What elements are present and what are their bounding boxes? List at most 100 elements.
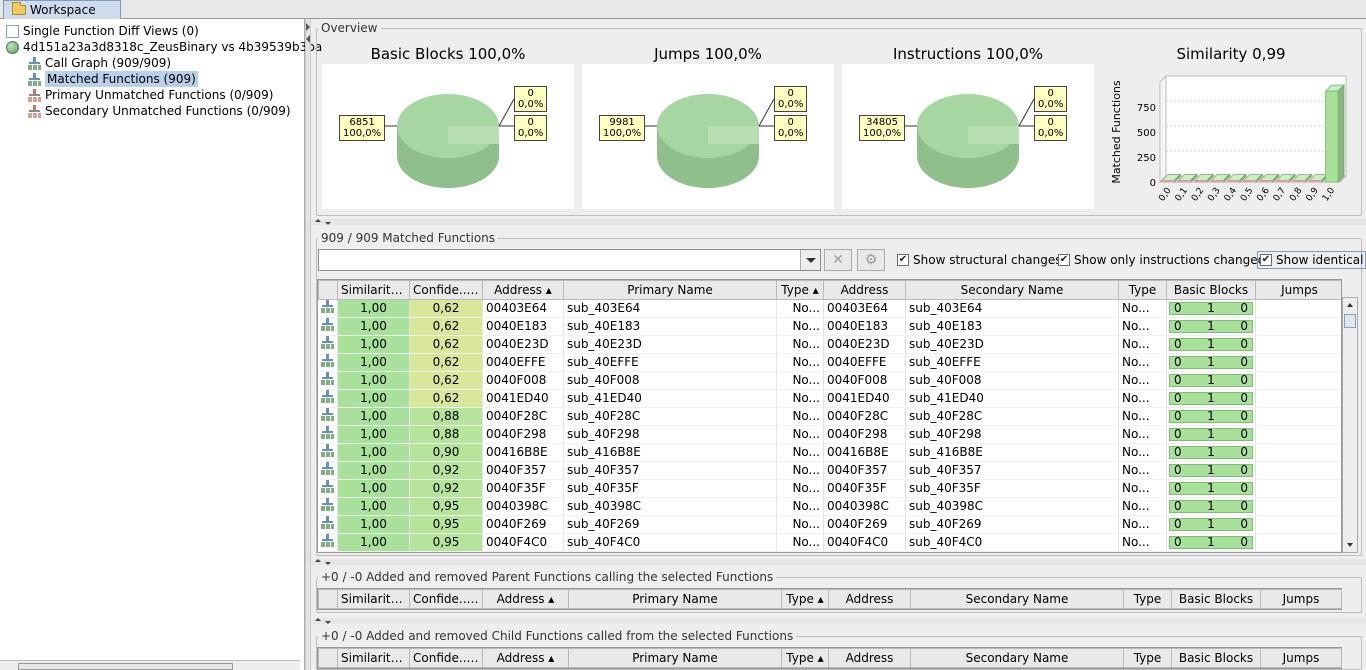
col-secondary-type[interactable]: Type xyxy=(1118,280,1167,300)
pie-label-a: 0 0,0% xyxy=(514,86,548,112)
col-jumps[interactable]: Jumps xyxy=(1260,589,1342,609)
table-row[interactable]: 1,00 0,62 0040EFFE sub_40EFFE No... 0040EFFE s… xyxy=(318,353,1341,372)
col-confidence[interactable]: Confide... ▴ xyxy=(409,280,483,300)
expand-down-icon[interactable] xyxy=(325,562,331,565)
tree-item-secondary-unmatched[interactable]: Secondary Unmatched Functions (0/909) xyxy=(28,103,291,119)
x-tick-label: 0,0 xyxy=(1157,186,1174,204)
col-basic-blocks[interactable]: Basic Blocks xyxy=(1171,648,1261,668)
col-basic-blocks[interactable]: Basic Blocks xyxy=(1171,589,1261,609)
pie-title: Basic Blocks 100,0% xyxy=(370,45,526,63)
basic-blocks-bar: 010 xyxy=(1169,446,1253,459)
table-row[interactable]: 1,000,9500412CF7sub_412CF7No...00412CF7s… xyxy=(318,551,1341,552)
cell-confidence: 0,95 xyxy=(409,533,483,552)
table-row[interactable]: 1,00 0,62 0040E183 sub_40E183 No... 0040E183 s… xyxy=(318,317,1341,336)
table-row[interactable]: 1,00 0,90 00416B8E sub_416B8E No... 00416B8E s… xyxy=(318,443,1341,462)
col-primary-address[interactable]: Address ▴ xyxy=(482,589,569,609)
table-row[interactable]: 1,00 0,62 0041ED40 sub_41ED40 No... 0041ED40 s… xyxy=(318,389,1341,408)
col-secondary-type[interactable]: Type xyxy=(1123,589,1172,609)
table-row[interactable]: 1,00 0,62 0040E23D sub_40E23D No... 0040E23D s… xyxy=(318,335,1341,354)
col-basic-blocks[interactable]: Basic Blocks xyxy=(1166,280,1256,300)
table-row[interactable]: 1,00 0,92 0040F357 sub_40F357 No... 0040F357 s… xyxy=(318,461,1341,480)
row-icon xyxy=(318,551,338,552)
col-confidence[interactable]: Confide... ▴ xyxy=(409,648,483,668)
table-vertical-scrollbar[interactable] xyxy=(1342,297,1358,553)
col-primary-type[interactable]: Type ▴ xyxy=(776,280,824,300)
table-row[interactable]: 1,00 0,62 0040F008 sub_40F008 No... 0040F008 s… xyxy=(318,371,1341,390)
tree-horizontal-scrollbar[interactable] xyxy=(0,660,300,670)
collapse-right-icon[interactable] xyxy=(306,35,310,43)
col-secondary-address[interactable]: Address xyxy=(823,280,906,300)
cell-similarity: 1,00 xyxy=(337,407,410,426)
splitter-children[interactable] xyxy=(311,618,1366,624)
col-primary-type[interactable]: Type ▴ xyxy=(781,648,829,668)
col-icon[interactable] xyxy=(318,280,338,300)
table-row[interactable]: 1,00 0,62 00403E64 sub_403E64 No... 00403E64 s… xyxy=(318,299,1341,318)
cell-confidence: 0,95 xyxy=(409,497,483,516)
col-similarity[interactable]: Similarity ▿ xyxy=(337,648,410,668)
table-row[interactable]: 1,00 0,92 0040F35F sub_40F35F No... 0040F35F s… xyxy=(318,479,1341,498)
filter-dropdown[interactable] xyxy=(800,250,820,270)
col-secondary-type[interactable]: Type xyxy=(1123,648,1172,668)
splitter-overview[interactable] xyxy=(311,219,1366,225)
tree-item-matched-functions[interactable]: Matched Functions (909) xyxy=(28,71,198,87)
col-icon[interactable] xyxy=(318,648,338,668)
x-tick-label: 0,7 xyxy=(1272,186,1288,203)
panel-divider[interactable] xyxy=(305,19,311,670)
pie-label-b: 0 0,0% xyxy=(774,115,808,141)
splitter-parents[interactable] xyxy=(311,559,1366,565)
col-icon[interactable] xyxy=(318,589,338,609)
table-row[interactable]: 1,00 0,95 0040398C sub_40398C No... 0040398C s… xyxy=(318,497,1341,516)
tree-item-primary-unmatched[interactable]: Primary Unmatched Functions (0/909) xyxy=(28,87,273,103)
collapse-left-icon[interactable] xyxy=(306,23,310,31)
table-row[interactable]: 1,00 0,88 0040F28C sub_40F28C No... 0040F28C s… xyxy=(318,407,1341,426)
show-identical-checkbox[interactable]: ✔ Show identical xyxy=(1257,251,1366,269)
show-structural-changes-checkbox[interactable]: ✔ Show structural changes xyxy=(897,253,1061,267)
col-secondary-address[interactable]: Address xyxy=(828,648,911,668)
expand-up-icon[interactable] xyxy=(315,618,321,621)
cell-primary-name: sub_40F357 xyxy=(563,461,777,480)
scroll-up-icon[interactable] xyxy=(1347,303,1353,307)
col-primary-name[interactable]: Primary Name xyxy=(563,280,777,300)
basic-blocks-bar: 010 xyxy=(1169,500,1253,513)
cell-secondary-address: 0040F269 xyxy=(823,515,906,534)
x-tick-label: 0,6 xyxy=(1255,186,1272,204)
expand-down-icon[interactable] xyxy=(325,222,331,225)
filter-settings-button[interactable]: ⚙ xyxy=(857,249,885,271)
col-secondary-address[interactable]: Address xyxy=(828,589,911,609)
col-primary-address[interactable]: Address ▴ xyxy=(482,280,564,300)
col-secondary-name[interactable]: Secondary Name xyxy=(910,589,1124,609)
col-primary-address[interactable]: Address ▴ xyxy=(482,648,569,668)
expand-down-icon[interactable] xyxy=(325,621,331,624)
pie-title: Jumps 100,0% xyxy=(654,45,762,63)
show-instructions-changed-checkbox[interactable]: ✔ Show only instructions changed xyxy=(1058,253,1265,267)
scrollbar-thumb[interactable] xyxy=(1344,314,1356,328)
cell-secondary-type: No... xyxy=(1118,443,1167,462)
table-row[interactable]: 1,00 0,95 0040F4C0 sub_40F4C0 No... 0040F4C0 s… xyxy=(318,533,1341,552)
table-row[interactable]: 1,00 0,95 0040F269 sub_40F269 No... 0040F269 s… xyxy=(318,515,1341,534)
filter-input[interactable] xyxy=(318,249,821,271)
expand-up-icon[interactable] xyxy=(315,219,321,222)
col-primary-name[interactable]: Primary Name xyxy=(568,648,782,668)
cell-primary-name: sub_40E23D xyxy=(563,335,777,354)
col-jumps[interactable]: Jumps xyxy=(1260,648,1342,668)
cell-primary-type: No... xyxy=(776,389,824,408)
tree-item-diff[interactable]: 4d151a23a3d8318c_ZeusBinary vs 4b39539b3… xyxy=(6,39,322,55)
scrollbar-thumb[interactable] xyxy=(18,663,233,670)
col-primary-type[interactable]: Type ▴ xyxy=(781,589,829,609)
tree-item-single-function-diff-views[interactable]: Single Function Diff Views (0) xyxy=(6,23,199,39)
workspace-tab[interactable]: Workspace xyxy=(3,0,121,19)
col-secondary-name[interactable]: Secondary Name xyxy=(910,648,1124,668)
row-icon xyxy=(318,461,338,480)
col-similarity[interactable]: Similarity ▿ xyxy=(337,280,410,300)
scroll-down-icon[interactable] xyxy=(1347,543,1353,547)
col-primary-name[interactable]: Primary Name xyxy=(568,589,782,609)
col-secondary-name[interactable]: Secondary Name xyxy=(905,280,1119,300)
cell-basic-blocks: 010 xyxy=(1166,479,1256,498)
tree-item-call-graph[interactable]: Call Graph (909/909) xyxy=(28,55,171,71)
expand-up-icon[interactable] xyxy=(315,559,321,562)
clear-filter-button[interactable]: ✕ xyxy=(824,249,852,271)
col-jumps[interactable]: Jumps xyxy=(1255,280,1341,300)
col-confidence[interactable]: Confide... ▴ xyxy=(409,589,483,609)
table-row[interactable]: 1,00 0,88 0040F298 sub_40F298 No... 0040F298 s… xyxy=(318,425,1341,444)
col-similarity[interactable]: Similarity ▿ xyxy=(337,589,410,609)
